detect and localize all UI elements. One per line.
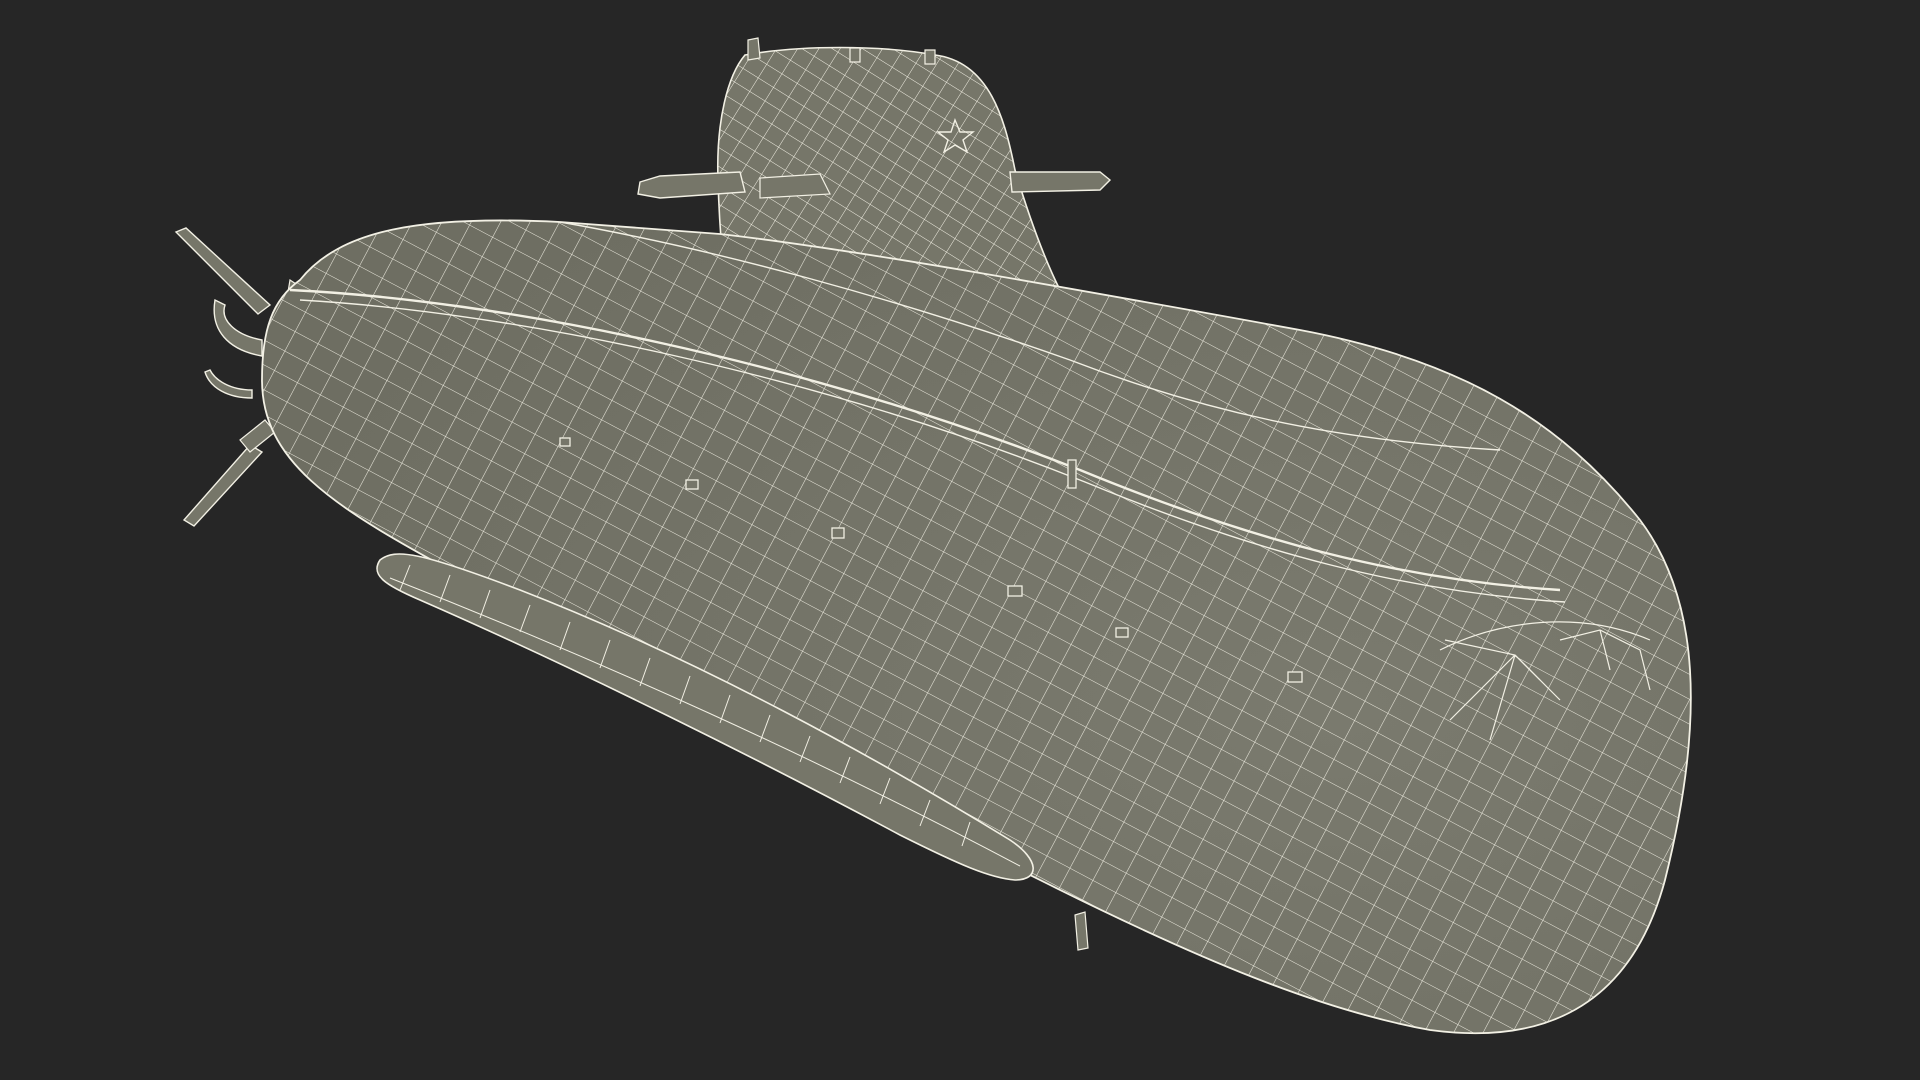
submarine-model xyxy=(174,37,1692,1035)
render-viewport xyxy=(0,0,1920,1080)
main-hull xyxy=(261,219,1692,1035)
